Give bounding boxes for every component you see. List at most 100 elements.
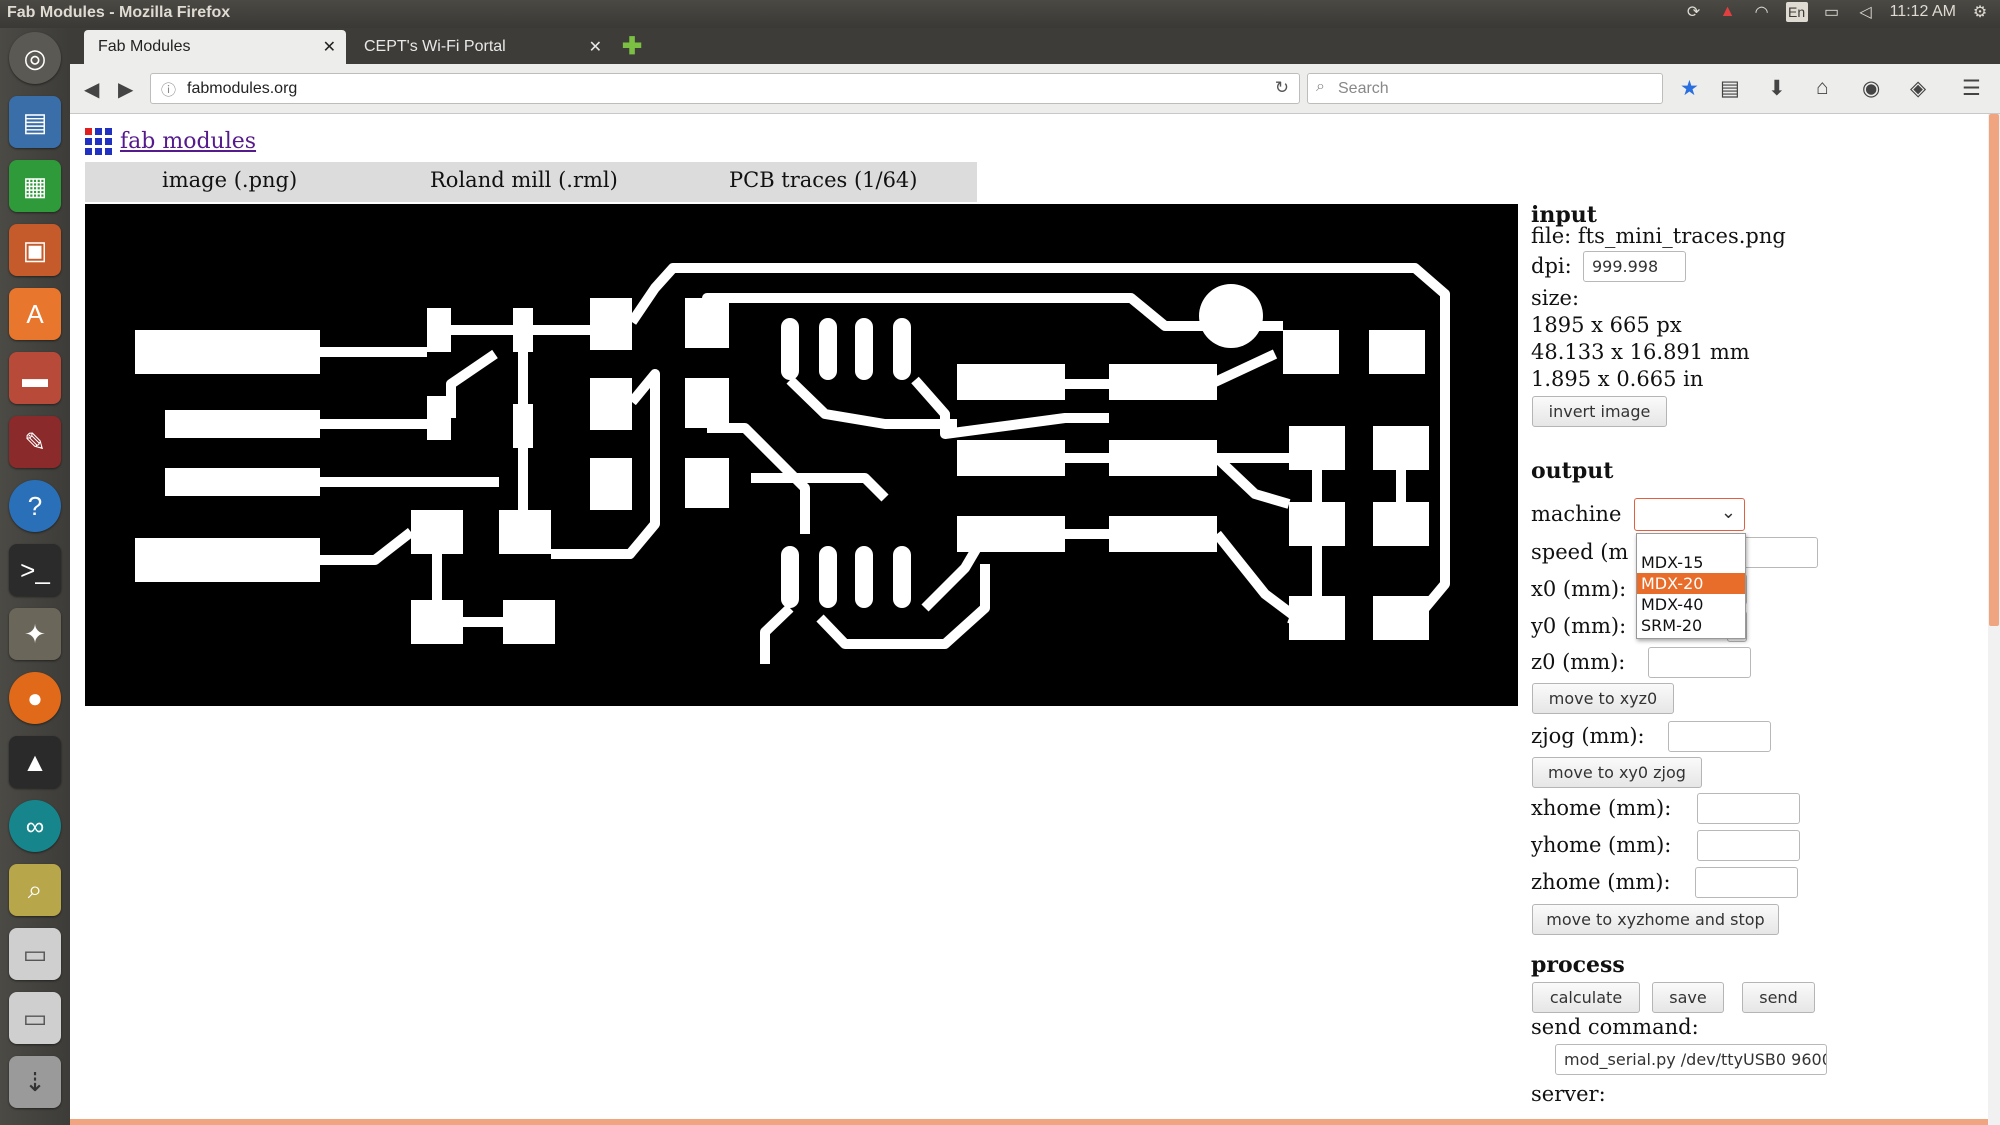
new-tab-icon[interactable]: ✚ (622, 32, 642, 61)
yhome-input[interactable] (1697, 830, 1800, 861)
move-to-xyz0-button[interactable]: move to xyz0 (1532, 683, 1674, 714)
send-button[interactable]: send (1742, 982, 1815, 1013)
update-alert-icon[interactable]: ▲ (1718, 2, 1738, 22)
reload-icon[interactable]: ↻ (1275, 78, 1289, 98)
firefox-icon[interactable]: ● (9, 672, 61, 724)
info-icon[interactable]: ⓘ (161, 79, 176, 100)
sync-icon[interactable]: ⟳ (1684, 2, 1704, 22)
size-mm: 48.133 x 16.891 mm (1531, 340, 1750, 364)
image-viewer-icon[interactable]: ⌕ (9, 864, 61, 916)
dpi-input[interactable]: 999.998 (1583, 251, 1686, 282)
z0-label: z0 (mm): (1531, 650, 1626, 674)
invert-image-button[interactable]: invert image (1532, 396, 1667, 427)
size-px: 1895 x 665 px (1531, 313, 1682, 337)
drive-icon[interactable]: ▭ (9, 928, 61, 980)
site-logo: fab modules (85, 128, 256, 155)
back-icon[interactable]: ◀ (84, 77, 99, 102)
download-icon[interactable]: ⬇ (1768, 76, 1786, 101)
zjog-input[interactable] (1668, 721, 1771, 752)
tab-label: Fab Modules (98, 38, 191, 55)
y0-label: y0 (mm): (1531, 614, 1627, 638)
tab-roland-mill-rml[interactable]: Roland mill (.rml) (430, 168, 618, 192)
close-icon[interactable]: ✕ (323, 37, 336, 57)
search-input[interactable]: ⌕ Search (1307, 73, 1663, 104)
battery-icon[interactable]: ▭ (1822, 2, 1842, 22)
xhome-label: xhome (mm): (1531, 796, 1672, 820)
tab-image-png[interactable]: image (.png) (162, 168, 297, 192)
pcb-traces-image (85, 204, 1518, 706)
gimp-icon[interactable]: ✦ (9, 608, 61, 660)
dash-icon[interactable]: ◎ (9, 32, 61, 84)
settings-icon[interactable]: ✎ (9, 416, 61, 468)
arduino-icon[interactable]: ∞ (9, 800, 61, 852)
size-label: size: (1531, 286, 1580, 310)
vertical-scrollbar-thumb[interactable] (1989, 114, 1999, 626)
launcher: ◎ ▤ ▦ ▣ A ▬ ✎ ? >_ ✦ ● ▲ ∞ ⌕ ▭ ▭ ⇣ (0, 28, 70, 1125)
speed-label: speed (m (1531, 540, 1629, 564)
url-text: fabmodules.org (187, 80, 298, 97)
bottom-scrollbar[interactable] (70, 1119, 1988, 1125)
module-tabs: image (.png) Roland mill (.rml) PCB trac… (85, 162, 977, 202)
home-icon[interactable]: ⌂ (1816, 76, 1829, 100)
software-center-icon[interactable]: A (9, 288, 61, 340)
tab-cept-wifi-portal[interactable]: CEPT's Wi-Fi Portal ✕ (350, 30, 612, 64)
x0-label: x0 (mm): (1531, 577, 1627, 601)
fab-modules-link[interactable]: fab modules (120, 129, 256, 154)
machine-option-mdx40[interactable]: MDX-40 (1637, 594, 1745, 615)
help-icon[interactable]: ? (9, 480, 61, 532)
zhome-label: zhome (mm): (1531, 870, 1671, 894)
move-to-home-button[interactable]: move to xyzhome and stop (1532, 904, 1779, 935)
forward-icon[interactable]: ▶ (118, 77, 133, 102)
clock[interactable]: 11:12 AM (1890, 3, 1956, 21)
tab-pcb-traces[interactable]: PCB traces (1/64) (729, 168, 918, 192)
speed-input[interactable] (1741, 537, 1818, 568)
page-content: fab modules image (.png) Roland mill (.r… (70, 114, 1988, 1125)
zhome-input[interactable] (1695, 867, 1798, 898)
drive-icon[interactable]: ▭ (9, 992, 61, 1044)
reading-list-icon[interactable]: ▤ (1720, 76, 1740, 101)
bookmark-star-icon[interactable]: ★ (1680, 76, 1699, 101)
send-command-label: send command: (1531, 1015, 1699, 1039)
wifi-icon[interactable]: ◠ (1752, 2, 1772, 22)
files-icon[interactable]: ▬ (9, 352, 61, 404)
writer-icon[interactable]: ▤ (9, 96, 61, 148)
send-command-input[interactable]: mod_serial.py /dev/ttyUSB0 9600 (1555, 1044, 1827, 1075)
tab-label: CEPT's Wi-Fi Portal (364, 38, 506, 55)
move-to-xy0-zjog-button[interactable]: move to xy0 zjog (1532, 757, 1702, 788)
usb-icon[interactable]: ⇣ (9, 1056, 61, 1108)
xhome-input[interactable] (1697, 793, 1800, 824)
inkscape-icon[interactable]: ▲ (9, 736, 61, 788)
impress-icon[interactable]: ▣ (9, 224, 61, 276)
output-heading: output (1531, 458, 1614, 484)
close-icon[interactable]: ✕ (589, 37, 602, 57)
navigation-toolbar: ◀ ▶ ⓘ fabmodules.org ↻ ⌕ Search ★ ▤ ⬇ ⌂ … (70, 64, 2000, 114)
search-icon: ⌕ (1316, 78, 1325, 95)
system-top-bar: Fab Modules - Mozilla Firefox ⟳ ▲ ◠ En ▭… (0, 0, 2000, 28)
save-button[interactable]: save (1652, 982, 1724, 1013)
process-heading: process (1531, 952, 1625, 978)
machine-option-mdx20[interactable]: MDX-20 (1637, 573, 1745, 594)
yhome-label: yhome (mm): (1531, 833, 1672, 857)
keyboard-language[interactable]: En (1785, 2, 1808, 22)
url-bar[interactable]: ⓘ fabmodules.org ↻ (150, 73, 1300, 104)
gear-icon[interactable]: ⚙ (1970, 2, 1990, 22)
size-in: 1.895 x 0.665 in (1531, 367, 1704, 391)
file-label: file: fts_mini_traces.png (1531, 224, 1786, 248)
fab-logo-icon (85, 128, 112, 155)
pocket-icon[interactable]: ◈ (1910, 76, 1926, 101)
calculate-button[interactable]: calculate (1532, 982, 1640, 1013)
z0-input[interactable] (1648, 647, 1751, 678)
dpi-label: dpi: (1531, 254, 1572, 278)
machine-option-mdx15[interactable]: MDX-15 (1637, 552, 1745, 573)
chat-icon[interactable]: ◉ (1862, 76, 1880, 101)
search-placeholder: Search (1338, 80, 1389, 97)
calc-icon[interactable]: ▦ (9, 160, 61, 212)
chevron-down-icon: ⌄ (1720, 502, 1736, 523)
volume-icon[interactable]: ◁ (1856, 2, 1876, 22)
machine-option-srm20[interactable]: SRM-20 (1637, 615, 1745, 636)
tab-fab-modules[interactable]: Fab Modules ✕ (84, 30, 346, 64)
terminal-icon[interactable]: >_ (9, 544, 61, 596)
machine-select[interactable]: ⌄ (1634, 498, 1745, 531)
menu-icon[interactable]: ☰ (1962, 76, 1981, 101)
zjog-label: zjog (mm): (1531, 724, 1645, 748)
